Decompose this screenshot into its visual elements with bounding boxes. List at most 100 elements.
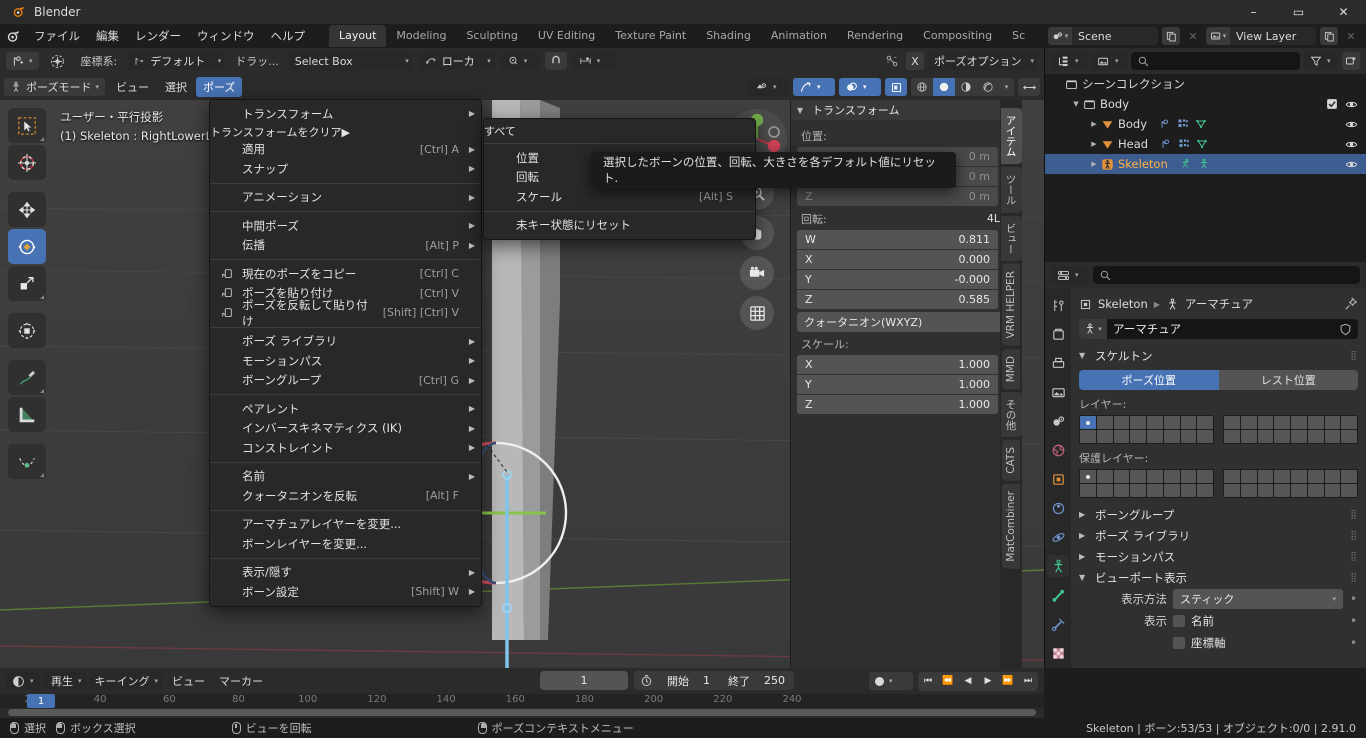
outliner-row-Body[interactable]: ▶ Body [1045, 114, 1366, 134]
sidebar-tab-その他[interactable]: その他 [1000, 391, 1022, 438]
jump-prev-keyframe-button[interactable]: ⏪ [938, 672, 958, 691]
layer-cell-10[interactable] [1257, 430, 1274, 443]
mode-selector[interactable]: ポーズモード ▾ [4, 78, 105, 96]
tab-physics[interactable] [1047, 526, 1069, 548]
tab-world[interactable] [1047, 439, 1069, 461]
camera-view-button[interactable] [740, 256, 774, 290]
pose-icon[interactable] [1180, 158, 1192, 170]
layer-cell-6[interactable] [1324, 416, 1341, 429]
tab-tool[interactable] [1047, 294, 1069, 316]
viewport-menu-選択[interactable]: 選択 [158, 77, 194, 97]
field-X[interactable]: X 1.000 [797, 355, 998, 374]
sidebar-tab-matcombiner[interactable]: MatCombiner [1002, 484, 1020, 569]
tab-output[interactable] [1047, 352, 1069, 374]
menu-item-インバースキネマティクスIK[interactable]: インバースキネマティクス (IK) ▶ [210, 419, 481, 439]
outliner-editor-type-dropdown[interactable]: ▾ [1051, 52, 1087, 70]
outliner-row-Skeleton[interactable]: ▶ Skeleton [1045, 154, 1366, 174]
play-button[interactable]: ▶ [978, 672, 998, 691]
layer-cell-4[interactable] [1291, 416, 1307, 429]
snap-magnet-toggle[interactable] [544, 52, 567, 70]
menu-item-ペアレント[interactable]: ペアレント ▶ [210, 399, 481, 419]
timeline-scrollbar[interactable] [8, 709, 1036, 716]
new-viewlayer-button[interactable] [1320, 27, 1338, 45]
layer-cell-15[interactable] [1341, 484, 1357, 497]
fake-user-button[interactable] [1332, 323, 1358, 336]
menu-item-コンストレイント[interactable]: コンストレイント ▶ [210, 438, 481, 458]
layer-cell-4[interactable] [1147, 416, 1163, 429]
layer-cell-5[interactable] [1307, 470, 1324, 483]
menu-item-モーションパス[interactable]: モーションパス ▶ [210, 351, 481, 371]
sidebar-tab-ツール[interactable]: ツール [1000, 167, 1022, 213]
jump-to-start-button[interactable]: ⏮ [918, 672, 938, 691]
new-scene-button[interactable] [1162, 27, 1180, 45]
animate-property-dot-icon[interactable]: • [1349, 614, 1358, 628]
tab-object-data-armature[interactable] [1047, 555, 1069, 577]
menu-item-伝播[interactable]: 伝播 [Alt] P ▶ [210, 236, 481, 256]
layer-cell-8[interactable] [1224, 484, 1240, 497]
workspace-tab-sculpting[interactable]: Sculpting [456, 25, 527, 47]
layer-cell-12[interactable] [1291, 430, 1307, 443]
expand-triangle-icon[interactable]: ▶ [1087, 160, 1101, 168]
menu-item-スケール[interactable]: スケール [Alt] S [484, 187, 755, 207]
annotate-tool-button[interactable] [8, 360, 46, 395]
workspace-tab-texture-paint[interactable]: Texture Paint [605, 25, 696, 47]
layer-grid-left[interactable] [1079, 415, 1214, 444]
rotation-mode-dropdown[interactable]: クォータニオン(WXYZ)▾ [797, 312, 1016, 332]
sidebar-tab-アイテム[interactable]: アイテム [1000, 108, 1022, 164]
timeline-menu-再生[interactable]: 再生 ▾ [45, 672, 86, 690]
layer-cell-14[interactable] [1324, 430, 1341, 443]
layer-cell-2[interactable] [1257, 416, 1274, 429]
scale-tool-button[interactable] [8, 266, 46, 301]
viewport-menu-ビュー[interactable]: ビュー [109, 77, 156, 97]
tab-bone-constraint[interactable] [1047, 613, 1069, 635]
layer-cell-13[interactable] [1163, 484, 1180, 497]
transform-panel-header[interactable]: ▼ トランスフォーム ⣿ [791, 100, 1022, 120]
timeline-menu-マーカー[interactable]: マーカー [212, 671, 270, 691]
layer-cell-7[interactable] [1197, 470, 1213, 483]
expand-triangle-icon[interactable]: ▶ [1087, 140, 1101, 148]
pin-icon[interactable] [1344, 297, 1358, 311]
hide-in-viewport-icon[interactable] [1345, 118, 1358, 131]
viewport-display-panel-header[interactable]: ▼ ビューポート表示 ⣿ [1079, 567, 1358, 588]
timeline-menu-ビュー[interactable]: ビュー [165, 671, 212, 691]
menu-item-クォータニオンを反転[interactable]: クォータニオンを反転 [Alt] F [210, 486, 481, 506]
show-names-checkbox[interactable] [1173, 615, 1185, 627]
field-Z[interactable]: Z 1.000 [797, 395, 998, 414]
layer-cell-11[interactable] [1130, 484, 1146, 497]
field-W[interactable]: W 0.811 [797, 230, 998, 249]
outliner-row-Body[interactable]: ▼ Body [1045, 94, 1366, 114]
armature-datablock-field[interactable]: ▾ アーマチュア [1079, 319, 1358, 339]
display-as-dropdown[interactable]: スティック ▾ [1173, 589, 1343, 609]
snap-target-dropdown[interactable]: ▾ [500, 52, 539, 70]
layer-cell-2[interactable] [1113, 470, 1130, 483]
layer-cell-4[interactable] [1291, 470, 1307, 483]
layer-cell-1[interactable] [1240, 470, 1257, 483]
menu-item-トランスフォームをクリア[interactable]: トランスフォームをクリア▶ [210, 124, 481, 140]
mesh-data-icon[interactable] [1195, 118, 1207, 130]
new-collection-button[interactable] [1342, 52, 1360, 70]
topbar-menu-1[interactable]: 編集 [88, 26, 127, 46]
sidebar-tab-cats[interactable]: CATS [1002, 440, 1020, 482]
modifier-icon[interactable] [1160, 138, 1172, 150]
layer-cell-8[interactable] [1080, 430, 1096, 443]
layer-cell-1[interactable] [1240, 416, 1257, 429]
layer-cell-13[interactable] [1307, 484, 1324, 497]
gizmo-dropdown[interactable]: ▾ [793, 78, 835, 96]
layer-cell-10[interactable] [1113, 430, 1130, 443]
layer-cell-11[interactable] [1274, 484, 1290, 497]
layer-cell-12[interactable] [1147, 430, 1163, 443]
animate-property-dot-icon[interactable]: • [1349, 592, 1358, 606]
hide-in-viewport-icon[interactable] [1345, 98, 1358, 111]
layer-cell-13[interactable] [1163, 430, 1180, 443]
layer-cell-6[interactable] [1180, 470, 1197, 483]
field-Z[interactable]: Z 0.585 [797, 290, 998, 309]
pose-options-dropdown[interactable]: ポーズオプション ▾ [928, 52, 1038, 70]
menu-item-アニメーション[interactable]: アニメーション ▶ [210, 188, 481, 208]
menu-item-ボーングループ[interactable]: ボーングループ [Ctrl] G ▶ [210, 371, 481, 391]
end-frame-field[interactable]: 終了 250 [719, 673, 794, 689]
workspace-tab-animation[interactable]: Animation [761, 25, 837, 47]
move-tool-button[interactable] [8, 192, 46, 227]
layer-cell-6[interactable] [1180, 416, 1197, 429]
menu-item-現在のポーズをコピー[interactable]: 現在のポーズをコピー [Ctrl] C [210, 264, 481, 284]
layer-cell-0[interactable] [1080, 416, 1096, 429]
